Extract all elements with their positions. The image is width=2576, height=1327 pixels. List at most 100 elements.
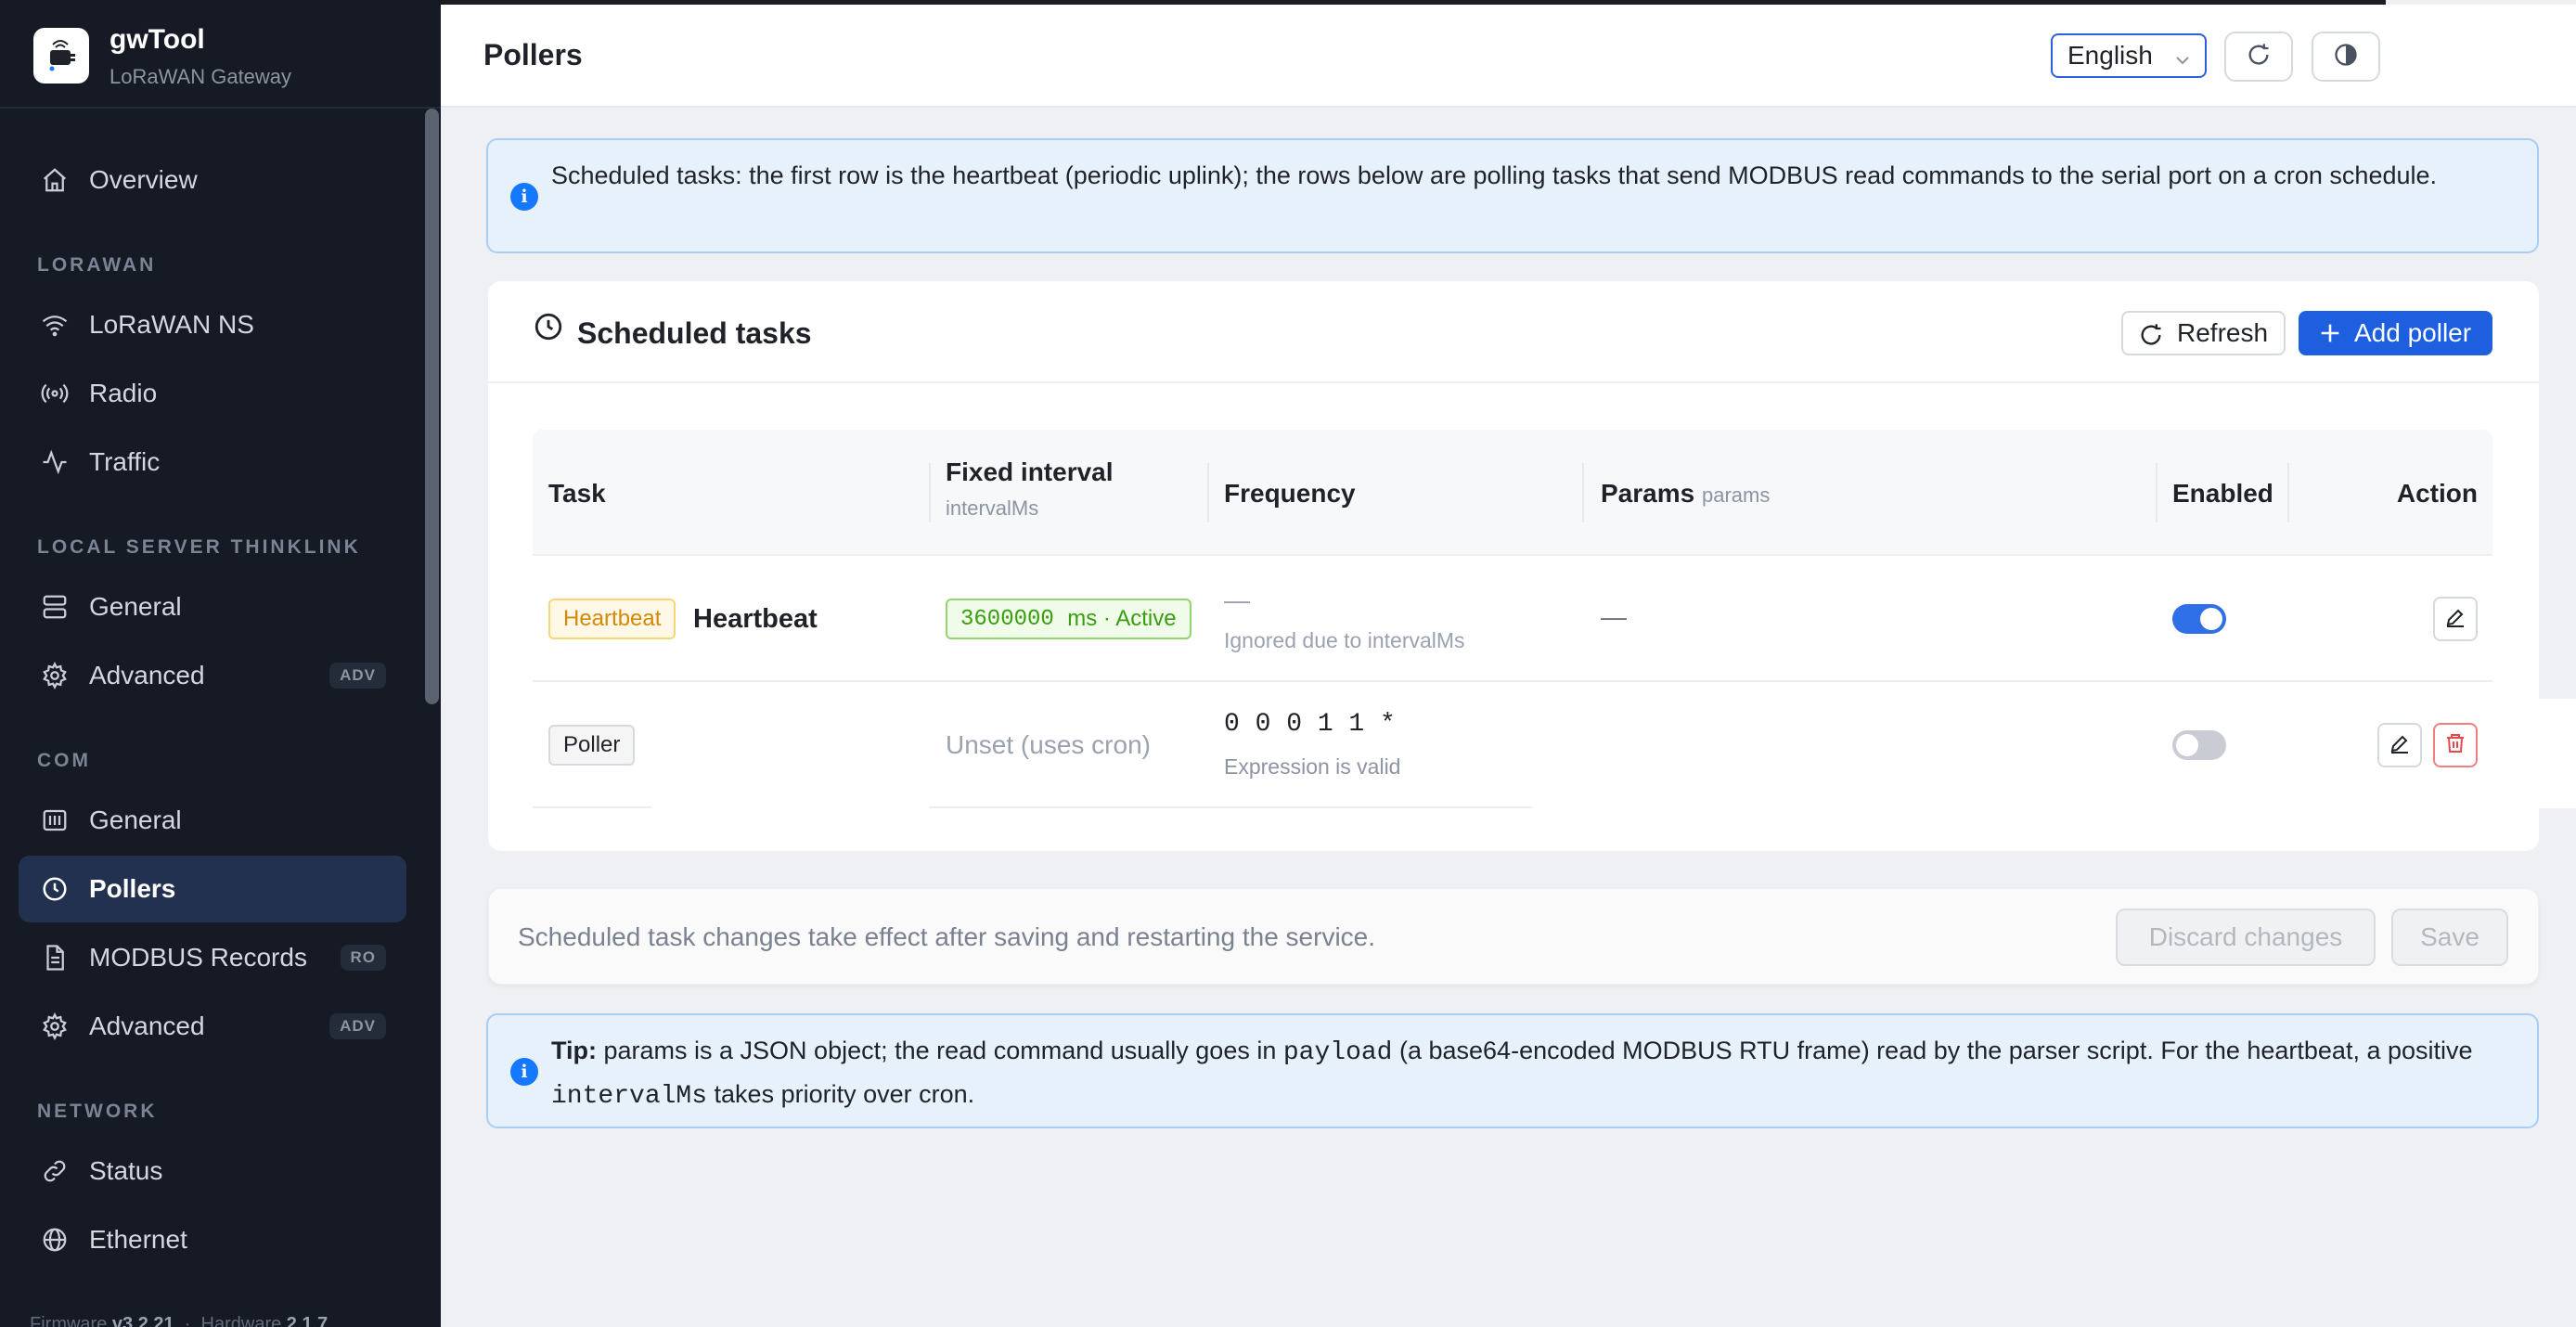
cron-valid-note: Expression is valid — [1224, 754, 1401, 779]
table-row-poller: Poller Unset (uses cron) 0 0 0 1 1 * Exp… — [533, 682, 2576, 808]
contrast-icon — [2333, 42, 2359, 72]
scheduled-tasks-card: Scheduled tasks Refresh Add poller Task … — [488, 281, 2576, 851]
sidebar-item-label: General — [89, 592, 182, 621]
gear-icon — [39, 660, 71, 691]
app-logo-icon — [33, 28, 89, 84]
page-header: Pollers English — [441, 5, 2576, 108]
edit-button[interactable] — [2433, 597, 2478, 641]
col-enabled: Enabled — [2172, 479, 2273, 508]
sidebar-item-label: Radio — [89, 379, 158, 407]
save-bar: Scheduled task changes take effect after… — [488, 888, 2539, 985]
section-lorawan: LORAWAN — [37, 254, 157, 276]
sidebar-item-label: General — [89, 805, 182, 834]
interval-value: Unset (uses cron) — [946, 730, 1151, 759]
sidebar-item-label: Advanced — [89, 1011, 205, 1040]
refresh-icon — [2138, 322, 2164, 354]
info-text: Scheduled tasks: the first row is the he… — [551, 161, 2438, 189]
link-icon — [39, 1155, 71, 1187]
tip-banner: i Tip: params is a JSON object; the read… — [486, 1013, 2539, 1128]
sidebar-item-pollers[interactable]: Pollers — [19, 856, 406, 922]
enabled-toggle[interactable] — [2172, 604, 2226, 634]
task-name: Heartbeat — [693, 604, 818, 634]
table-header: Task Fixed interval intervalMs Frequency… — [533, 430, 2492, 556]
plus-icon — [2317, 320, 2343, 353]
app-subtitle: LoRaWAN Gateway — [109, 65, 292, 88]
sidebar-item-local-general[interactable]: General — [19, 573, 406, 640]
globe-icon — [39, 1224, 71, 1256]
params-value: — — [1601, 602, 1627, 631]
add-poller-button[interactable]: Add poller — [2299, 311, 2492, 355]
page-title: Pollers — [483, 38, 583, 71]
sidebar-item-label: Traffic — [89, 447, 161, 476]
trash-icon — [2444, 732, 2467, 759]
info-icon: i — [510, 183, 538, 211]
sidebar-scrollbar[interactable] — [425, 109, 439, 704]
sidebar-item-status[interactable]: Status — [19, 1138, 406, 1205]
sidebar-item-label: Advanced — [89, 661, 205, 689]
col-frequency: Frequency — [1224, 479, 1356, 508]
sidebar-item-modbus-records[interactable]: MODBUS Records RO — [19, 924, 406, 991]
home-icon — [39, 164, 71, 196]
adv-badge: ADV — [329, 1013, 386, 1039]
sidebar-item-label: MODBUS Records — [89, 943, 307, 972]
info-icon: i — [510, 1058, 538, 1086]
col-fixed-interval: Fixed interval intervalMs — [946, 457, 1114, 520]
sidebar-item-radio[interactable]: Radio — [19, 360, 406, 427]
refresh-icon — [2246, 42, 2272, 72]
card-title: Scheduled tasks — [577, 316, 812, 350]
section-network: NETWORK — [37, 1101, 158, 1122]
edit-icon — [2444, 606, 2467, 633]
radio-icon — [39, 378, 71, 409]
sidebar-item-com-advanced[interactable]: Advanced ADV — [19, 993, 406, 1060]
discard-changes-button[interactable]: Discard changes — [2116, 908, 2376, 966]
firmware-version: v3.2.21 — [111, 1314, 174, 1327]
sidebar: gwTool LoRaWAN Gateway Overview LORAWAN … — [0, 0, 441, 1327]
reload-button[interactable] — [2224, 32, 2293, 82]
table-row-heartbeat: Heartbeat Heartbeat 3600000 ms · Active … — [533, 556, 2492, 682]
interval-tag: 3600000 ms · Active — [946, 599, 1191, 639]
top-progress-line — [441, 0, 2386, 5]
tip-text: Tip: params is a JSON object; the read c… — [551, 1037, 2473, 1111]
serial-port-icon — [39, 805, 71, 836]
clock-icon — [39, 873, 71, 905]
col-task: Task — [548, 479, 606, 508]
ro-badge: RO — [340, 945, 386, 971]
sidebar-item-com-general[interactable]: General — [19, 787, 406, 854]
sidebar-item-label: Pollers — [89, 874, 176, 903]
frequency-note: Ignored due to intervalMs — [1224, 628, 1465, 652]
sidebar-item-traffic[interactable]: Traffic — [19, 429, 406, 496]
clock-icon — [533, 311, 564, 347]
gear-icon — [39, 1011, 71, 1042]
wifi-icon — [39, 309, 71, 341]
enabled-toggle[interactable] — [2172, 730, 2226, 760]
poller-tag: Poller — [548, 725, 636, 766]
sidebar-footer: Firmware v3.2.21 · Hardware 2.1.7 — [30, 1314, 328, 1327]
sidebar-item-ethernet[interactable]: Ethernet — [19, 1206, 406, 1273]
sidebar-item-local-advanced[interactable]: Advanced ADV — [19, 642, 406, 709]
app-name: gwTool — [109, 24, 205, 55]
sidebar-item-label: LoRaWAN NS — [89, 310, 254, 339]
edit-button[interactable] — [2377, 723, 2422, 767]
theme-toggle-button[interactable] — [2312, 32, 2380, 82]
chevron-down-icon — [2173, 46, 2192, 76]
server-icon — [39, 591, 71, 623]
save-button[interactable]: Save — [2391, 908, 2508, 966]
heartbeat-tag: Heartbeat — [548, 599, 676, 639]
card-header: Scheduled tasks Refresh Add poller — [488, 281, 2539, 383]
cron-expression: 0 0 0 1 1 * — [1224, 710, 1396, 739]
col-params: Params params — [1601, 479, 1771, 508]
sidebar-item-lorawan-ns[interactable]: LoRaWAN NS — [19, 291, 406, 358]
sidebar-item-label: Overview — [89, 165, 198, 194]
refresh-button[interactable]: Refresh — [2121, 311, 2286, 355]
section-com: COM — [37, 750, 91, 771]
activity-icon — [39, 446, 71, 478]
info-banner: i Scheduled tasks: the first row is the … — [486, 138, 2539, 253]
sidebar-item-overview[interactable]: Overview — [19, 147, 406, 213]
frequency-value: — — [1224, 586, 1250, 614]
save-bar-text: Scheduled task changes take effect after… — [518, 922, 1376, 951]
document-icon — [39, 942, 71, 973]
edit-icon — [2389, 732, 2411, 759]
adv-badge: ADV — [329, 663, 386, 689]
delete-button[interactable] — [2433, 723, 2478, 767]
language-select[interactable]: English — [2051, 33, 2207, 78]
